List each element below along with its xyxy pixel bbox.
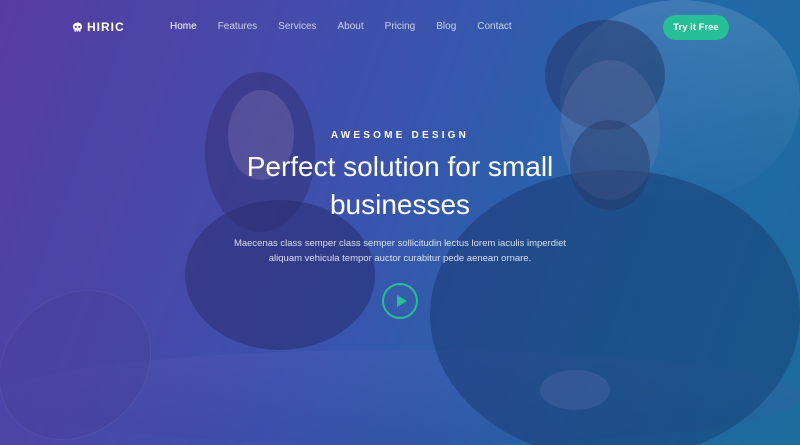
brand-logo[interactable]: HIRIC <box>72 20 125 34</box>
hero-section: HIRIC Home Features Services About Prici… <box>0 0 800 445</box>
play-icon <box>396 295 407 307</box>
main-menu: Home Features Services About Pricing Blo… <box>170 20 533 33</box>
skull-icon <box>72 21 83 32</box>
nav-item-home[interactable]: Home <box>170 20 197 33</box>
try-it-free-button[interactable]: Try it Free <box>663 15 729 40</box>
hero-description: Maecenas class semper class semper solli… <box>220 236 580 266</box>
description-line-1: Maecenas class semper class semper solli… <box>233 238 567 249</box>
nav-item-about[interactable]: About <box>338 20 364 33</box>
brand-name: HIRIC <box>87 20 125 34</box>
nav-item-pricing[interactable]: Pricing <box>385 20 416 33</box>
nav-item-blog[interactable]: Blog <box>436 20 456 33</box>
nav-item-contact[interactable]: Contact <box>477 20 511 33</box>
nav-item-features[interactable]: Features <box>218 20 257 33</box>
hero-eyebrow: AWESOME DESIGN <box>330 130 470 141</box>
nav-item-services[interactable]: Services <box>278 20 316 33</box>
hero-headline: Perfect solution for small businesses <box>150 148 650 224</box>
top-navbar: HIRIC Home Features Services About Prici… <box>0 0 800 54</box>
description-line-2: aliquam vehicula tempor auctor curabitur… <box>268 253 532 264</box>
headline-line-1: Perfect solution for small <box>246 151 554 182</box>
headline-line-2: businesses <box>329 189 471 220</box>
play-video-button[interactable] <box>382 283 418 319</box>
